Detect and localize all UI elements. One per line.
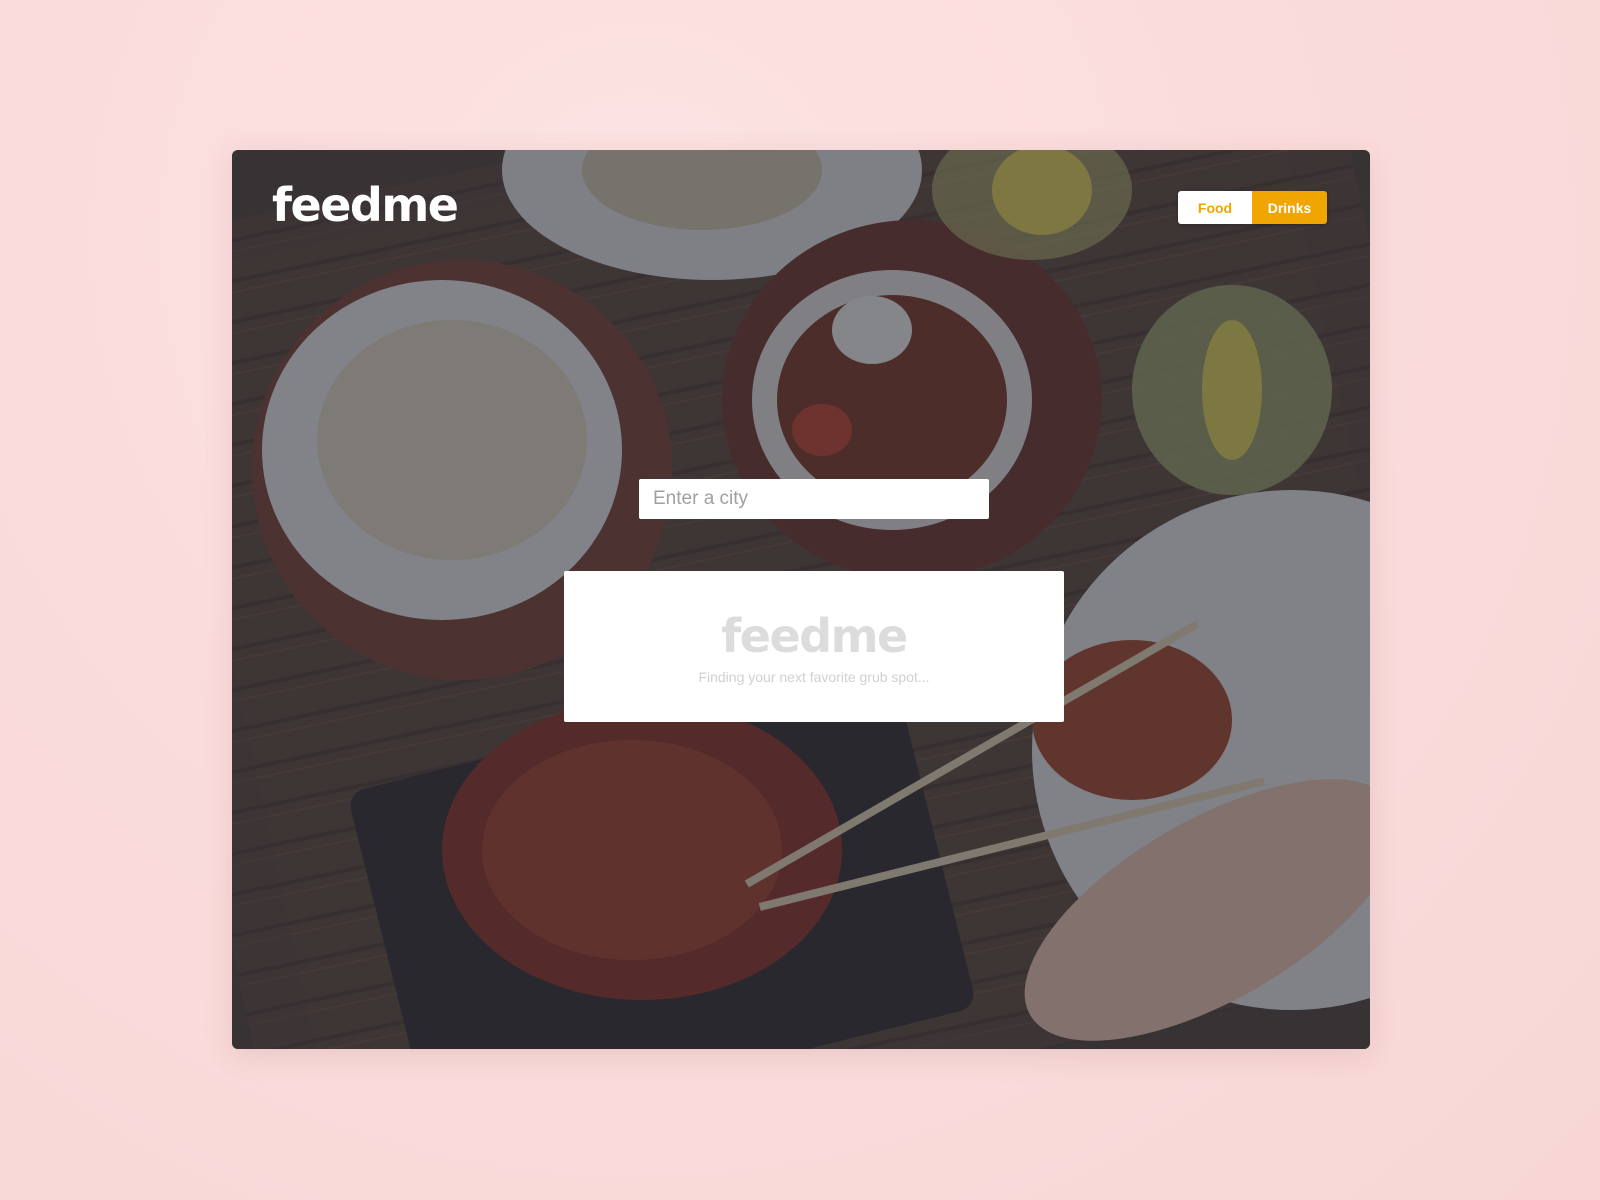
food-drinks-toggle: Food Drinks	[1178, 191, 1327, 224]
city-search-input[interactable]	[639, 479, 989, 519]
loading-card-tagline: Finding your next favorite grub spot...	[698, 669, 930, 685]
app-logo[interactable]: feedme	[272, 178, 459, 232]
loading-card-logo: feedme	[721, 609, 908, 663]
loading-card: feedme Finding your next favorite grub s…	[564, 571, 1064, 722]
drinks-toggle-button[interactable]: Drinks	[1252, 191, 1327, 224]
food-toggle-button[interactable]: Food	[1178, 191, 1252, 224]
app-window: feedme Food Drinks feedme Finding your n…	[232, 150, 1370, 1049]
